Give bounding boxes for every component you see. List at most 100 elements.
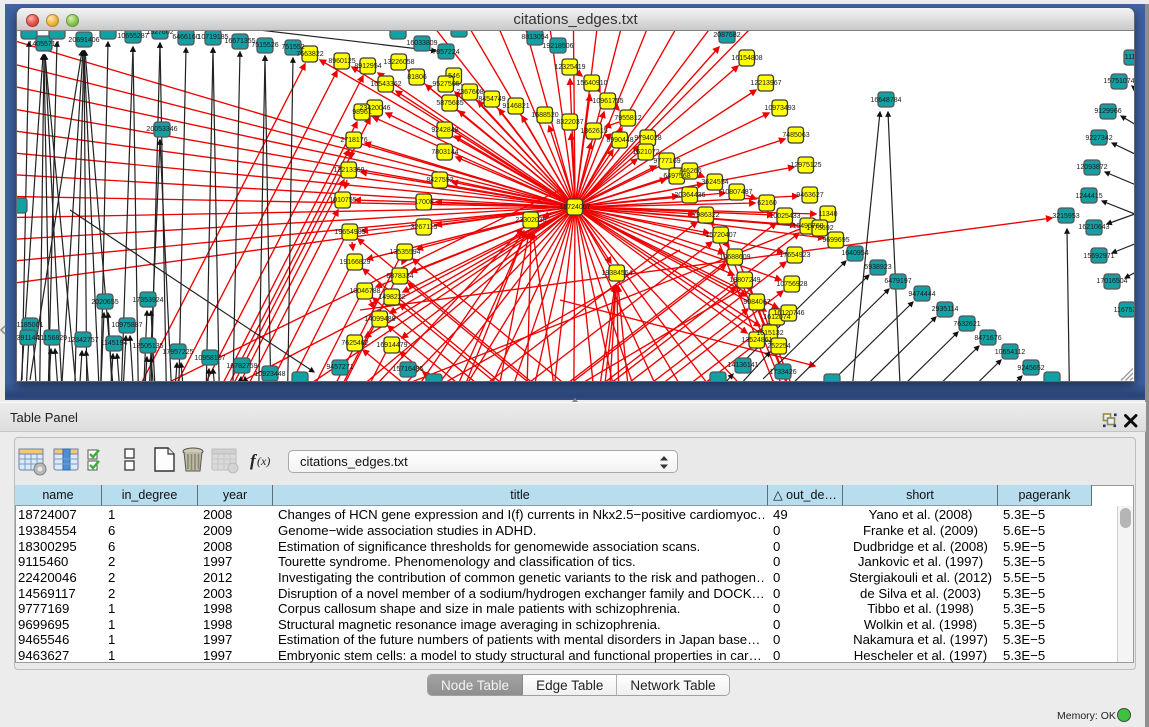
svg-text:5938923: 5938923 <box>864 264 891 271</box>
svg-text:12213967: 12213967 <box>750 80 781 87</box>
svg-text:98961: 98961 <box>352 109 372 116</box>
svg-text:(x): (x) <box>257 454 270 468</box>
svg-text:9474444: 9474444 <box>908 291 935 298</box>
svg-text:3267115: 3267115 <box>411 224 438 231</box>
svg-text:13226058: 13226058 <box>383 59 414 66</box>
svg-text:16210643: 16210643 <box>1078 224 1109 231</box>
svg-text:16154808: 16154808 <box>731 55 762 62</box>
svg-text:746266: 746266 <box>678 168 701 175</box>
svg-text:8813054: 8813054 <box>521 34 548 41</box>
svg-text:23302035: 23302035 <box>515 217 546 224</box>
svg-text:10688609: 10688609 <box>719 254 750 261</box>
svg-text:16914479: 16914479 <box>376 342 407 349</box>
svg-text:14099488: 14099488 <box>364 316 395 323</box>
svg-text:7663822: 7663822 <box>296 51 323 58</box>
svg-text:8322037: 8322037 <box>556 119 583 126</box>
svg-text:10025433: 10025433 <box>769 213 800 220</box>
svg-text:9146821: 9146821 <box>502 103 529 110</box>
svg-text:1733426: 1733426 <box>769 369 796 376</box>
svg-text:8471676: 8471676 <box>974 335 1001 342</box>
svg-text:62160: 62160 <box>757 200 777 207</box>
svg-text:1498222: 1498222 <box>378 294 405 301</box>
svg-text:1112: 1112 <box>1125 54 1134 61</box>
svg-text:9777169: 9777169 <box>653 158 680 165</box>
svg-text:16033809: 16033809 <box>406 40 437 47</box>
svg-text:7857224: 7857224 <box>432 49 459 56</box>
svg-text:17957225: 17957225 <box>162 349 193 356</box>
svg-text:17654923: 17654923 <box>779 252 810 259</box>
svg-text:10543362: 10543362 <box>370 81 401 88</box>
svg-text:10046788: 10046788 <box>349 288 380 295</box>
svg-text:18807249: 18807249 <box>729 277 760 284</box>
svg-text:19384554: 19384554 <box>601 270 632 277</box>
svg-text:17016504: 17016504 <box>1096 278 1127 285</box>
svg-text:7955812: 7955812 <box>614 115 641 122</box>
svg-text:2020655: 2020655 <box>91 299 118 306</box>
svg-text:9457271: 9457271 <box>326 364 353 371</box>
svg-text:1145194: 1145194 <box>101 340 128 347</box>
svg-text:2935114: 2935114 <box>932 306 959 313</box>
svg-text:9129966: 9129966 <box>1094 108 1121 115</box>
svg-text:7485063: 7485063 <box>782 132 809 139</box>
svg-text:9794028: 9794028 <box>634 135 661 142</box>
svg-text:1588520: 1588520 <box>531 112 558 119</box>
svg-text:9527505: 9527505 <box>432 81 459 88</box>
svg-text:16120746: 16120746 <box>773 310 804 317</box>
svg-text:1615132: 1615132 <box>756 330 783 337</box>
svg-text:14055714: 14055714 <box>28 41 59 48</box>
svg-text:14136141: 14136141 <box>727 362 758 369</box>
svg-text:8912954: 8912954 <box>354 63 381 70</box>
svg-text:15716485: 15716485 <box>392 366 423 373</box>
svg-text:10654112: 10654112 <box>995 349 1026 356</box>
svg-text:7803144: 7803144 <box>431 149 458 156</box>
svg-text:12975125: 12975125 <box>790 162 821 169</box>
svg-text:9245652: 9245652 <box>1017 365 1044 372</box>
svg-text:12325419: 12325419 <box>554 64 585 71</box>
svg-text:20053346: 20053346 <box>146 126 177 133</box>
svg-text:12505135: 12505135 <box>132 343 163 350</box>
svg-text:10756928: 10756928 <box>776 281 807 288</box>
svg-text:16648784: 16648784 <box>870 97 901 104</box>
svg-text:10655287: 10655287 <box>117 33 148 40</box>
svg-text:10958107: 10958107 <box>194 355 225 362</box>
svg-text:20691406: 20691406 <box>68 37 99 44</box>
svg-text:10807487: 10807487 <box>721 189 752 196</box>
svg-text:1640954: 1640954 <box>841 250 868 257</box>
svg-text:12342757: 12342757 <box>67 337 98 344</box>
svg-text:19166829: 19166829 <box>339 259 370 266</box>
svg-text:20364436: 20364436 <box>674 192 705 199</box>
svg-text:13535594: 13535594 <box>389 249 420 256</box>
svg-text:12213369: 12213369 <box>333 167 364 174</box>
svg-text:19654985: 19654985 <box>334 229 365 236</box>
svg-text:15751074: 15751074 <box>1103 78 1134 85</box>
svg-text:15692971: 15692971 <box>1083 253 1114 260</box>
svg-text:9463627: 9463627 <box>796 192 823 199</box>
svg-text:8960125: 8960125 <box>328 58 355 65</box>
svg-text:1010755: 1010755 <box>329 197 356 204</box>
svg-text:17353924: 17353924 <box>132 297 163 304</box>
svg-text:16782759: 16782759 <box>226 363 257 370</box>
svg-text:9084067: 9084067 <box>743 299 770 306</box>
svg-text:8427552: 8427552 <box>426 177 453 184</box>
svg-text:12093872: 12093872 <box>1076 164 1107 171</box>
svg-text:1527602: 1527602 <box>146 31 173 36</box>
svg-text:7986322: 7986322 <box>692 212 719 219</box>
svg-text:15720407: 15720407 <box>705 232 736 239</box>
svg-text:8454749: 8454749 <box>478 96 505 103</box>
svg-text:17008: 17008 <box>414 199 434 206</box>
svg-text:81806: 81806 <box>407 74 427 81</box>
svg-text:11156829: 11156829 <box>37 335 67 342</box>
svg-text:1167533: 1167533 <box>1114 307 1134 314</box>
svg-text:3624554: 3624554 <box>701 179 728 186</box>
svg-text:10923448: 10923448 <box>254 371 285 378</box>
svg-text:19218506: 19218506 <box>542 43 573 50</box>
svg-text:10973493: 10973493 <box>764 105 795 112</box>
svg-text:1244415: 1244415 <box>1075 193 1102 200</box>
svg-text:10961755: 10961755 <box>592 98 623 105</box>
svg-text:18724007: 18724007 <box>559 204 590 211</box>
svg-text:252254: 252254 <box>767 343 790 350</box>
svg-text:751552: 751552 <box>281 44 304 51</box>
svg-text:8990448: 8990448 <box>606 137 633 144</box>
svg-text:1775692: 1775692 <box>806 225 833 232</box>
svg-text:9242848: 9242848 <box>431 127 458 134</box>
